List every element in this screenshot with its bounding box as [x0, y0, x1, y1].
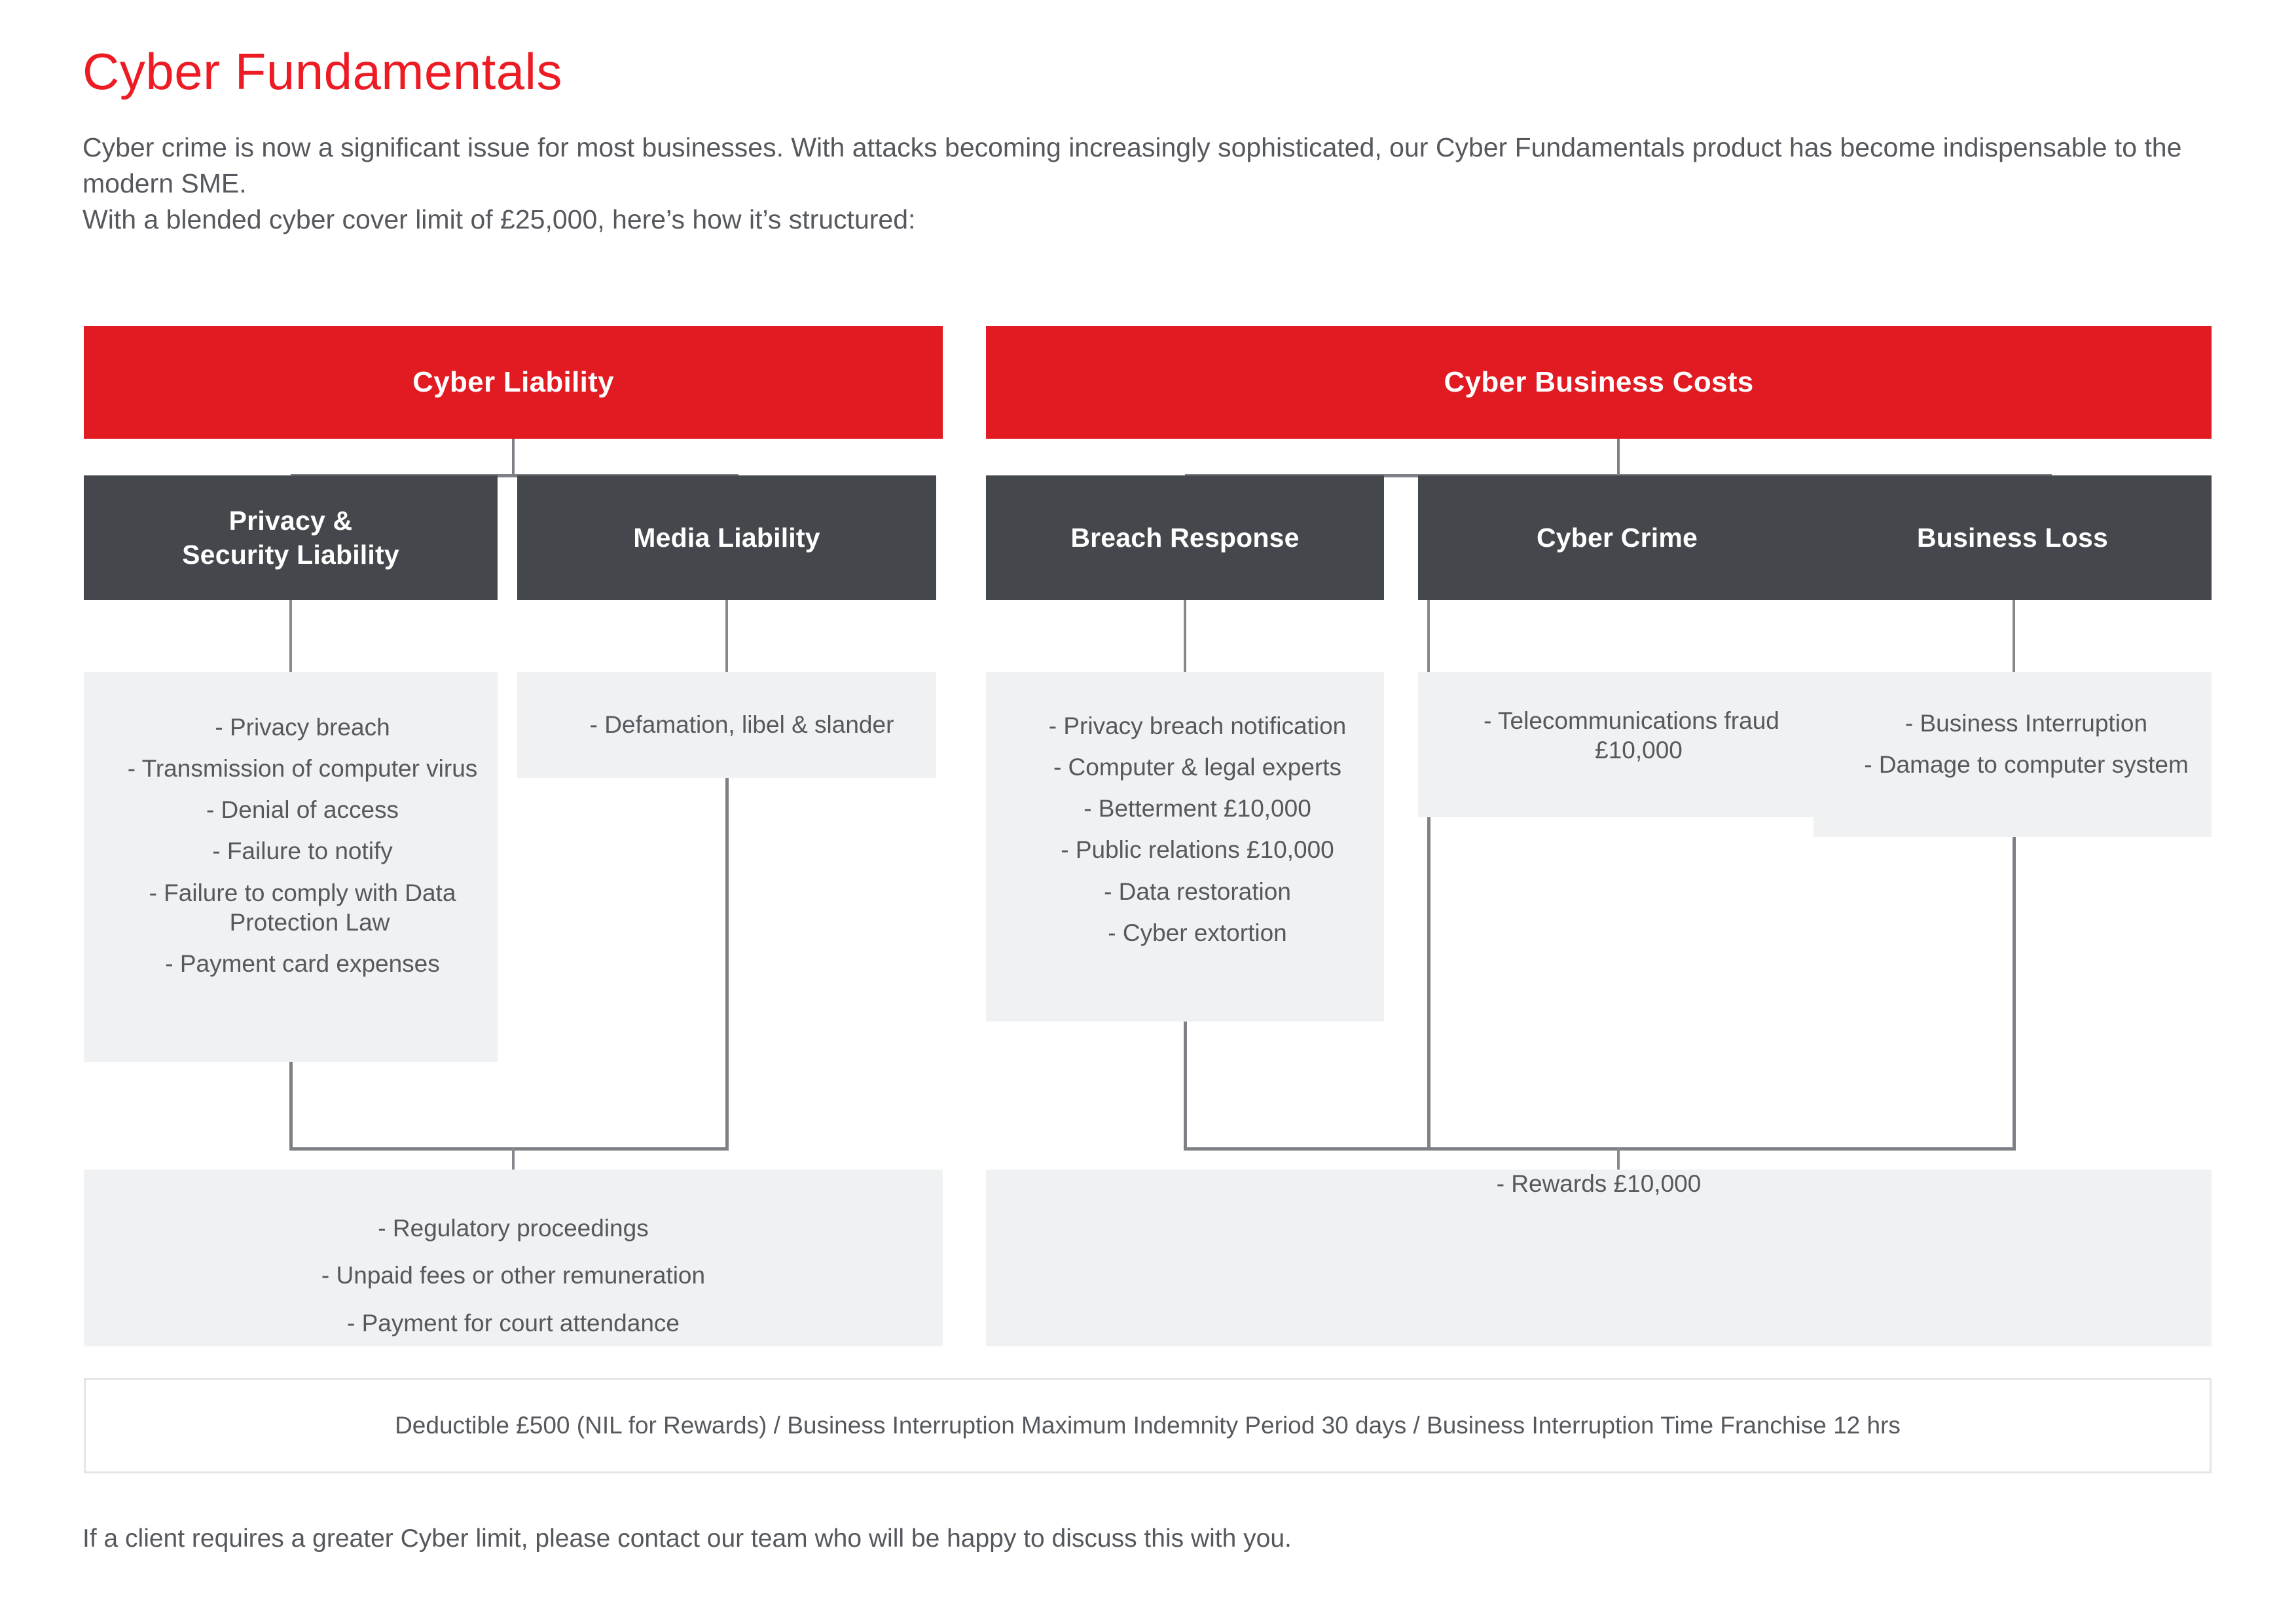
list-item: - Unpaid fees or other remuneration: [321, 1262, 706, 1289]
list-item: - Payment for court attendance: [347, 1309, 680, 1337]
category-business-loss: Business Loss: [1813, 475, 2212, 600]
cyber-crime-items-list: - Telecommunications fraud £10,000: [1442, 706, 1816, 765]
connector-breach-merge-down: [1184, 1022, 1187, 1150]
connector-left-merge-bus: [289, 1147, 729, 1151]
content-cyber-crime: - Telecommunications fraud £10,000: [1418, 672, 1816, 817]
content-business-loss: - Business Interruption - Damage to comp…: [1813, 672, 2212, 837]
left-panel-header: Cyber Liability: [84, 326, 943, 439]
list-item: - Denial of access: [206, 796, 399, 824]
category-privacy-security-liability: Privacy & Security Liability: [84, 475, 498, 600]
category-privacy-title-line2: Security Liability: [182, 540, 399, 570]
content-breach-response: - Privacy breach notification - Computer…: [986, 672, 1384, 1022]
left-shared-items-list: - Regulatory proceedings - Unpaid fees o…: [84, 1214, 943, 1338]
business-loss-items-list: - Business Interruption - Damage to comp…: [1836, 709, 2212, 779]
list-item: - Privacy breach: [215, 714, 390, 741]
list-item: - Damage to computer system: [1864, 751, 2189, 779]
privacy-items-list: - Privacy breach - Transmission of compu…: [102, 712, 498, 978]
left-panel-header-label: Cyber Liability: [412, 366, 614, 398]
connector-business-loss-merge-down: [2013, 837, 2016, 1150]
content-media-liability: - Defamation, libel & slander: [517, 672, 936, 778]
category-breach-response: Breach Response: [986, 475, 1384, 600]
connector-right-header-stem: [1617, 439, 1620, 475]
connector-cyber-crime-to-list: [1427, 600, 1430, 672]
content-left-shared: - Regulatory proceedings - Unpaid fees o…: [84, 1170, 943, 1346]
list-item: - Privacy breach notification: [1048, 712, 1347, 739]
category-media-title: Media Liability: [633, 522, 820, 553]
list-item: - Data restoration: [1104, 877, 1291, 905]
list-item: - Defamation, libel & slander: [589, 711, 894, 738]
list-item: - Payment card expenses: [165, 950, 440, 977]
content-privacy-security-liability: - Privacy breach - Transmission of compu…: [84, 672, 498, 1062]
list-item: - Transmission of computer virus: [127, 755, 478, 783]
category-breach-response-title: Breach Response: [1070, 522, 1300, 553]
connector-cyber-crime-merge-down: [1427, 817, 1430, 1150]
right-panel-header-label: Cyber Business Costs: [1444, 366, 1754, 398]
category-cyber-crime: Cyber Crime: [1418, 475, 1816, 600]
deductible-footer-text: Deductible £500 (NIL for Rewards) / Busi…: [395, 1412, 1901, 1439]
list-item: - Betterment £10,000: [1084, 795, 1311, 822]
media-items-list: - Defamation, libel & slander: [542, 710, 936, 739]
category-cyber-crime-title: Cyber Crime: [1536, 522, 1698, 553]
connector-privacy-to-list: [289, 600, 292, 672]
list-item: - Failure to comply with Data Protection…: [149, 879, 456, 936]
category-privacy-title-line1: Privacy &: [228, 505, 353, 536]
connector-media-merge-down: [725, 778, 729, 1150]
list-item: - Telecommunications fraud £10,000: [1484, 707, 1779, 764]
right-panel-header: Cyber Business Costs: [986, 326, 2212, 439]
list-item: - Failure to notify: [212, 838, 393, 865]
category-media-liability: Media Liability: [517, 475, 936, 600]
content-right-shared: - Rewards £10,000: [986, 1170, 2212, 1346]
connector-media-to-list: [725, 600, 728, 672]
list-item: - Rewards £10,000: [1496, 1170, 1702, 1197]
list-item: - Cyber extortion: [1108, 919, 1287, 946]
right-shared-items-list: - Rewards £10,000: [986, 1170, 2212, 1198]
connector-breach-to-list: [1184, 600, 1186, 672]
list-item: - Business Interruption: [1904, 710, 2148, 737]
list-item: - Computer & legal experts: [1053, 754, 1342, 781]
connector-left-header-stem: [512, 439, 515, 475]
connector-right-merge-bus: [1184, 1147, 2016, 1151]
footer-note: If a client requires a greater Cyber lim…: [82, 1524, 1292, 1553]
breach-response-items-list: - Privacy breach notification - Computer…: [1006, 711, 1384, 948]
deductible-footer-bar: Deductible £500 (NIL for Rewards) / Busi…: [84, 1378, 2212, 1473]
list-item: - Public relations £10,000: [1061, 836, 1334, 864]
list-item: - Regulatory proceedings: [378, 1215, 649, 1242]
category-business-loss-title: Business Loss: [1917, 522, 2108, 553]
connector-privacy-merge-down: [289, 1062, 293, 1150]
connector-business-loss-to-list: [2013, 600, 2015, 672]
